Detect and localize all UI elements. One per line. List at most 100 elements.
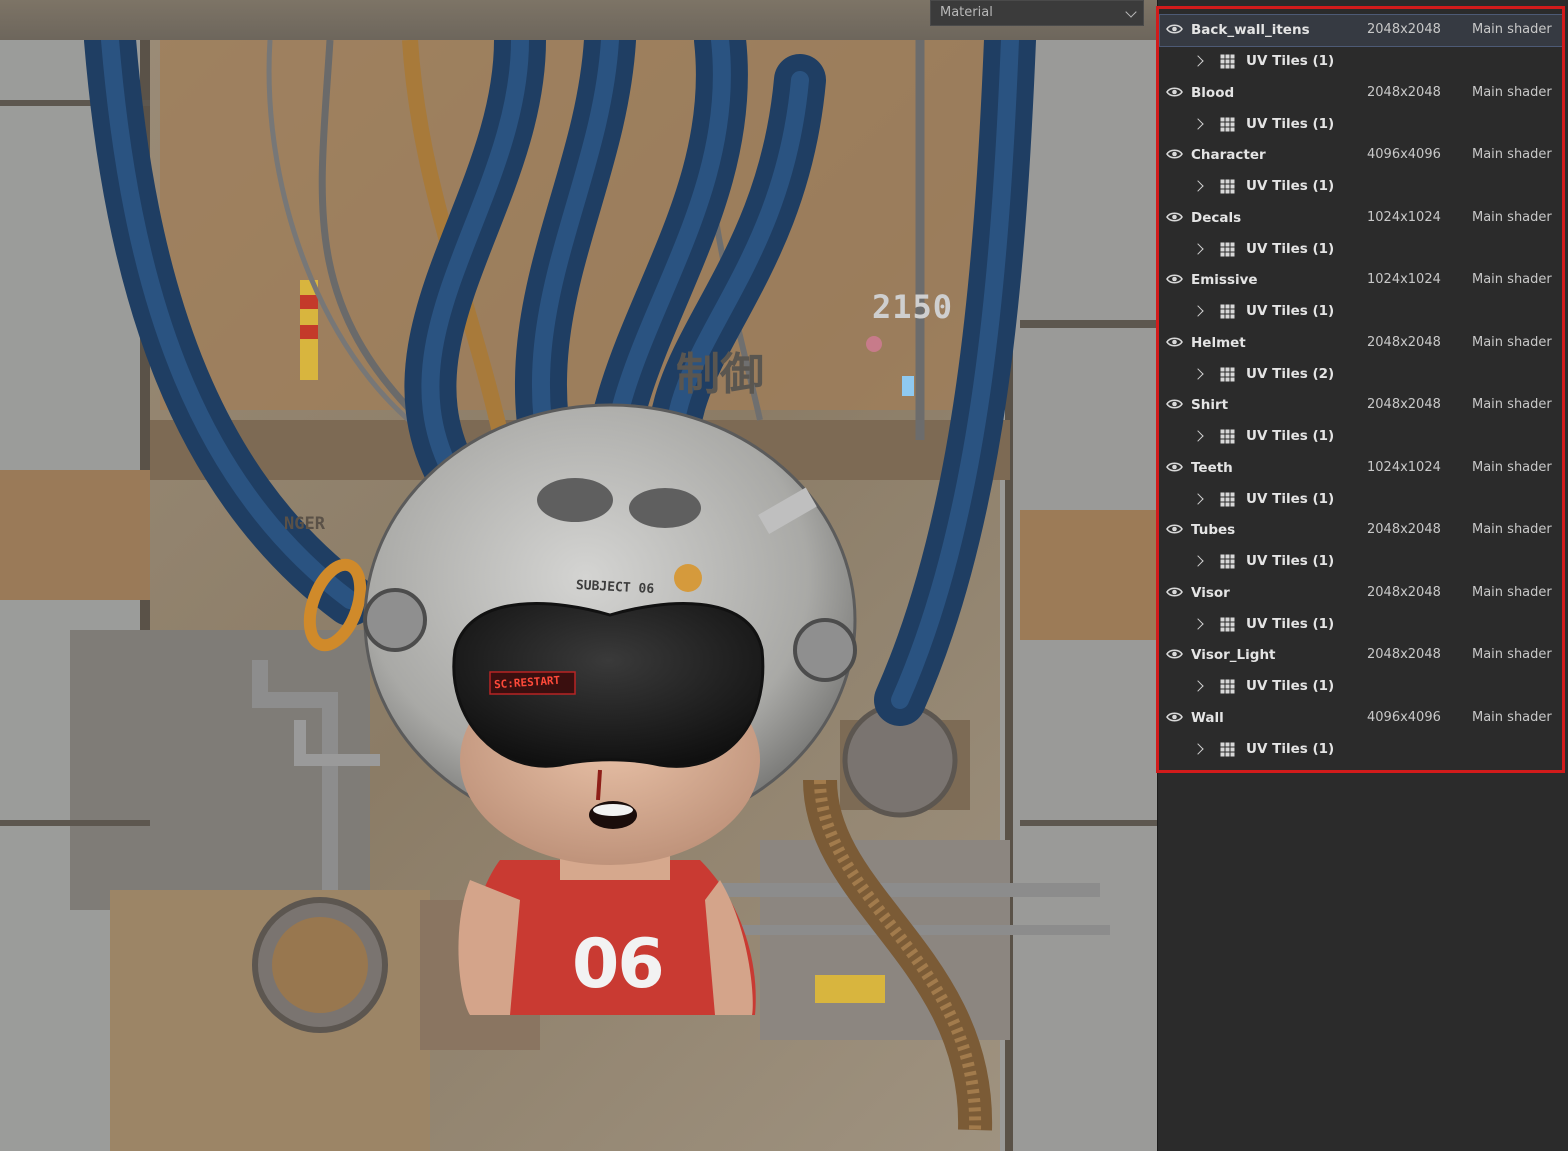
texture-set-resolution[interactable]: 2048x2048 [1367, 647, 1441, 662]
danger-sign: NGER [284, 514, 325, 534]
chevron-right-icon[interactable] [1192, 243, 1204, 255]
chevron-right-icon[interactable] [1192, 493, 1204, 505]
eye-icon[interactable] [1166, 523, 1183, 535]
texture-set-name: Shirt [1191, 397, 1229, 413]
chevron-right-icon[interactable] [1192, 180, 1204, 192]
uv-tiles-icon [1220, 492, 1235, 507]
texture-set-name: Visor_Light [1191, 647, 1276, 663]
eye-icon[interactable] [1166, 648, 1183, 660]
uv-tiles-row[interactable]: UV Tiles (1) [1160, 609, 1564, 640]
uv-tiles-row[interactable]: UV Tiles (1) [1160, 171, 1564, 202]
uv-tiles-row[interactable]: UV Tiles (1) [1160, 421, 1564, 452]
uv-tiles-row[interactable]: UV Tiles (1) [1160, 546, 1564, 577]
uv-tiles-label: UV Tiles (1) [1246, 740, 1335, 757]
texture-set-resolution[interactable]: 2048x2048 [1367, 85, 1441, 100]
texture-set-row[interactable]: Visor_Light 2048x2048 Main shader [1160, 640, 1564, 671]
chevron-right-icon[interactable] [1192, 430, 1204, 442]
texture-set-shader[interactable]: Main shader [1472, 397, 1552, 412]
uv-tiles-label: UV Tiles (1) [1246, 53, 1335, 70]
texture-set-shader[interactable]: Main shader [1472, 272, 1552, 287]
uv-tiles-label: UV Tiles (1) [1246, 490, 1335, 507]
chevron-right-icon[interactable] [1192, 368, 1204, 380]
texture-set-shader[interactable]: Main shader [1472, 710, 1552, 725]
eye-icon[interactable] [1166, 711, 1183, 723]
eye-icon[interactable] [1166, 336, 1183, 348]
texture-set-resolution[interactable]: 2048x2048 [1367, 522, 1441, 537]
texture-set-shader[interactable]: Main shader [1472, 210, 1552, 225]
uv-tiles-row[interactable]: UV Tiles (1) [1160, 671, 1564, 702]
texture-set-row[interactable]: Tubes 2048x2048 Main shader [1160, 515, 1564, 546]
texture-set-row[interactable]: Wall 4096x4096 Main shader [1160, 703, 1564, 734]
texture-set-name: Emissive [1191, 272, 1258, 288]
texture-set-resolution[interactable]: 2048x2048 [1367, 397, 1441, 412]
texture-set-name: Teeth [1191, 459, 1233, 476]
uv-tiles-label: UV Tiles (2) [1246, 365, 1335, 382]
uv-tiles-row[interactable]: UV Tiles (2) [1160, 359, 1564, 390]
texture-set-row[interactable]: Visor 2048x2048 Main shader [1160, 578, 1564, 609]
uv-tiles-row[interactable]: UV Tiles (1) [1160, 234, 1564, 265]
eye-icon[interactable] [1166, 586, 1183, 598]
texture-set-row[interactable]: Shirt 2048x2048 Main shader [1160, 390, 1564, 421]
eye-icon[interactable] [1166, 398, 1183, 410]
texture-set-shader[interactable]: Main shader [1472, 647, 1552, 662]
chevron-right-icon[interactable] [1192, 743, 1204, 755]
texture-set-row[interactable]: Emissive 1024x1024 Main shader [1160, 265, 1564, 296]
texture-set-resolution[interactable]: 2048x2048 [1367, 22, 1441, 37]
chevron-right-icon[interactable] [1192, 55, 1204, 67]
uv-tiles-row[interactable]: UV Tiles (1) [1160, 734, 1564, 765]
texture-set-shader[interactable]: Main shader [1472, 22, 1552, 37]
material-dropdown-value: Material [940, 5, 993, 20]
texture-set-row[interactable]: Helmet 2048x2048 Main shader [1160, 328, 1564, 359]
texture-set-shader[interactable]: Main shader [1472, 335, 1552, 350]
eye-icon[interactable] [1166, 273, 1183, 285]
chevron-right-icon[interactable] [1192, 555, 1204, 567]
chevron-down-icon [1125, 6, 1137, 18]
texture-set-shader[interactable]: Main shader [1472, 147, 1552, 162]
3d-viewport[interactable]: Material SUBJECT 06 06 2150 制御 NGER SC:R… [0, 0, 1157, 1151]
uv-tiles-label: UV Tiles (1) [1246, 428, 1335, 445]
uv-tiles-row[interactable]: UV Tiles (1) [1160, 484, 1564, 515]
chevron-right-icon[interactable] [1192, 680, 1204, 692]
texture-set-resolution[interactable]: 4096x4096 [1367, 710, 1441, 725]
texture-set-shader[interactable]: Main shader [1472, 585, 1552, 600]
texture-set-resolution[interactable]: 1024x1024 [1367, 210, 1441, 225]
texture-set-shader[interactable]: Main shader [1472, 85, 1552, 100]
texture-set-resolution[interactable]: 2048x2048 [1367, 585, 1441, 600]
uv-tiles-label: UV Tiles (1) [1246, 678, 1335, 695]
uv-tiles-icon [1220, 742, 1235, 757]
texture-set-row[interactable]: Back_wall_itens 2048x2048 Main shader [1159, 14, 1565, 47]
chevron-right-icon[interactable] [1192, 618, 1204, 630]
texture-set-shader[interactable]: Main shader [1472, 460, 1552, 475]
texture-set-resolution[interactable]: 1024x1024 [1367, 272, 1441, 287]
texture-set-shader[interactable]: Main shader [1472, 522, 1552, 537]
chevron-right-icon[interactable] [1192, 118, 1204, 130]
uv-tiles-label: UV Tiles (1) [1246, 178, 1335, 195]
eye-icon[interactable] [1166, 23, 1183, 35]
uv-tiles-label: UV Tiles (1) [1246, 240, 1335, 257]
chevron-right-icon[interactable] [1192, 305, 1204, 317]
eye-icon[interactable] [1166, 148, 1183, 160]
uv-tiles-label: UV Tiles (1) [1246, 115, 1335, 132]
uv-tiles-label: UV Tiles (1) [1246, 303, 1335, 320]
texture-set-resolution[interactable]: 2048x2048 [1367, 335, 1441, 350]
texture-set-row[interactable]: Decals 1024x1024 Main shader [1160, 203, 1564, 234]
texture-set-row[interactable]: Character 4096x4096 Main shader [1160, 140, 1564, 171]
texture-set-resolution[interactable]: 4096x4096 [1367, 147, 1441, 162]
eye-icon[interactable] [1166, 86, 1183, 98]
texture-set-row[interactable]: Blood 2048x2048 Main shader [1160, 78, 1564, 109]
eye-icon[interactable] [1166, 211, 1183, 223]
texture-set-name: Decals [1191, 209, 1242, 226]
eye-icon[interactable] [1166, 461, 1183, 473]
uv-tiles-row[interactable]: UV Tiles (1) [1160, 296, 1564, 327]
uv-tiles-icon [1220, 304, 1235, 319]
uv-tiles-row[interactable]: UV Tiles (1) [1160, 46, 1564, 77]
material-dropdown[interactable]: Material [930, 0, 1144, 26]
texture-set-resolution[interactable]: 1024x1024 [1367, 460, 1441, 475]
uv-tiles-row[interactable]: UV Tiles (1) [1160, 109, 1564, 140]
texture-set-name: Tubes [1191, 522, 1236, 538]
shirt-number: 06 [572, 925, 665, 1004]
uv-tiles-icon [1220, 367, 1235, 382]
uv-tiles-icon [1220, 179, 1235, 194]
wall-number: 2150 [872, 288, 954, 326]
texture-set-row[interactable]: Teeth 1024x1024 Main shader [1160, 453, 1564, 484]
